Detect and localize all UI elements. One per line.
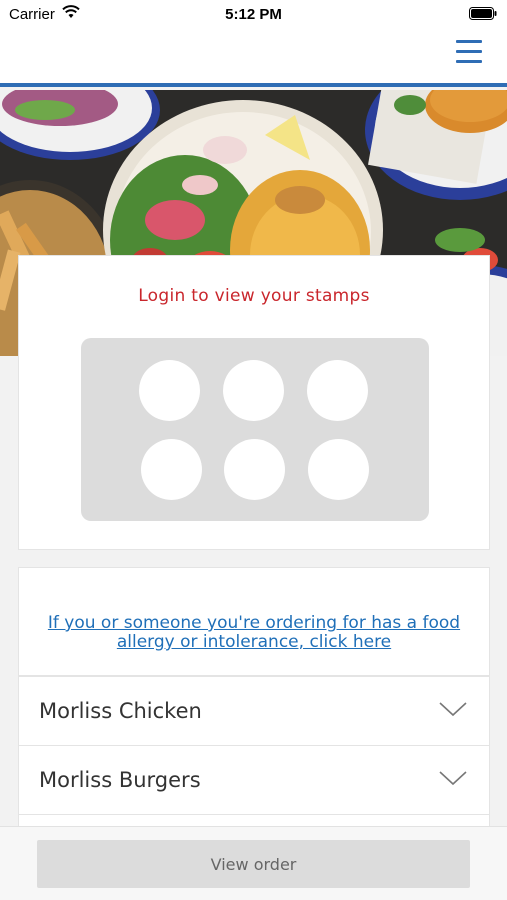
- stamp-slot: [139, 360, 200, 421]
- stamp-slot: [223, 360, 284, 421]
- category-row-morliss-chicken[interactable]: Morliss Chicken: [18, 676, 490, 746]
- stamp-slot: [307, 360, 368, 421]
- stamp-slot: [141, 439, 202, 500]
- status-bar: Carrier 5:12 PM: [0, 0, 507, 30]
- bottom-bar: View order: [0, 826, 507, 900]
- stamp-card: Login to view your stamps: [18, 255, 490, 550]
- stamp-grid: [81, 338, 429, 521]
- status-time: 5:12 PM: [225, 6, 282, 23]
- view-order-button[interactable]: View order: [37, 840, 470, 888]
- category-label: Morliss Burgers: [39, 768, 201, 792]
- app-header: [0, 30, 507, 87]
- category-row-morliss-burgers[interactable]: Morliss Burgers: [18, 745, 490, 815]
- category-label: Morliss Chicken: [39, 699, 202, 723]
- hamburger-menu-icon[interactable]: [456, 40, 483, 66]
- login-to-view-stamps-link[interactable]: Login to view your stamps: [19, 286, 489, 306]
- chevron-down-icon: [439, 702, 467, 717]
- chevron-down-icon: [439, 771, 467, 786]
- stamp-slot: [308, 439, 369, 500]
- allergy-card: If you or someone you're ordering for ha…: [18, 567, 490, 676]
- stamp-slot: [224, 439, 285, 500]
- battery-icon: [469, 7, 497, 20]
- allergy-info-link[interactable]: If you or someone you're ordering for ha…: [19, 614, 489, 652]
